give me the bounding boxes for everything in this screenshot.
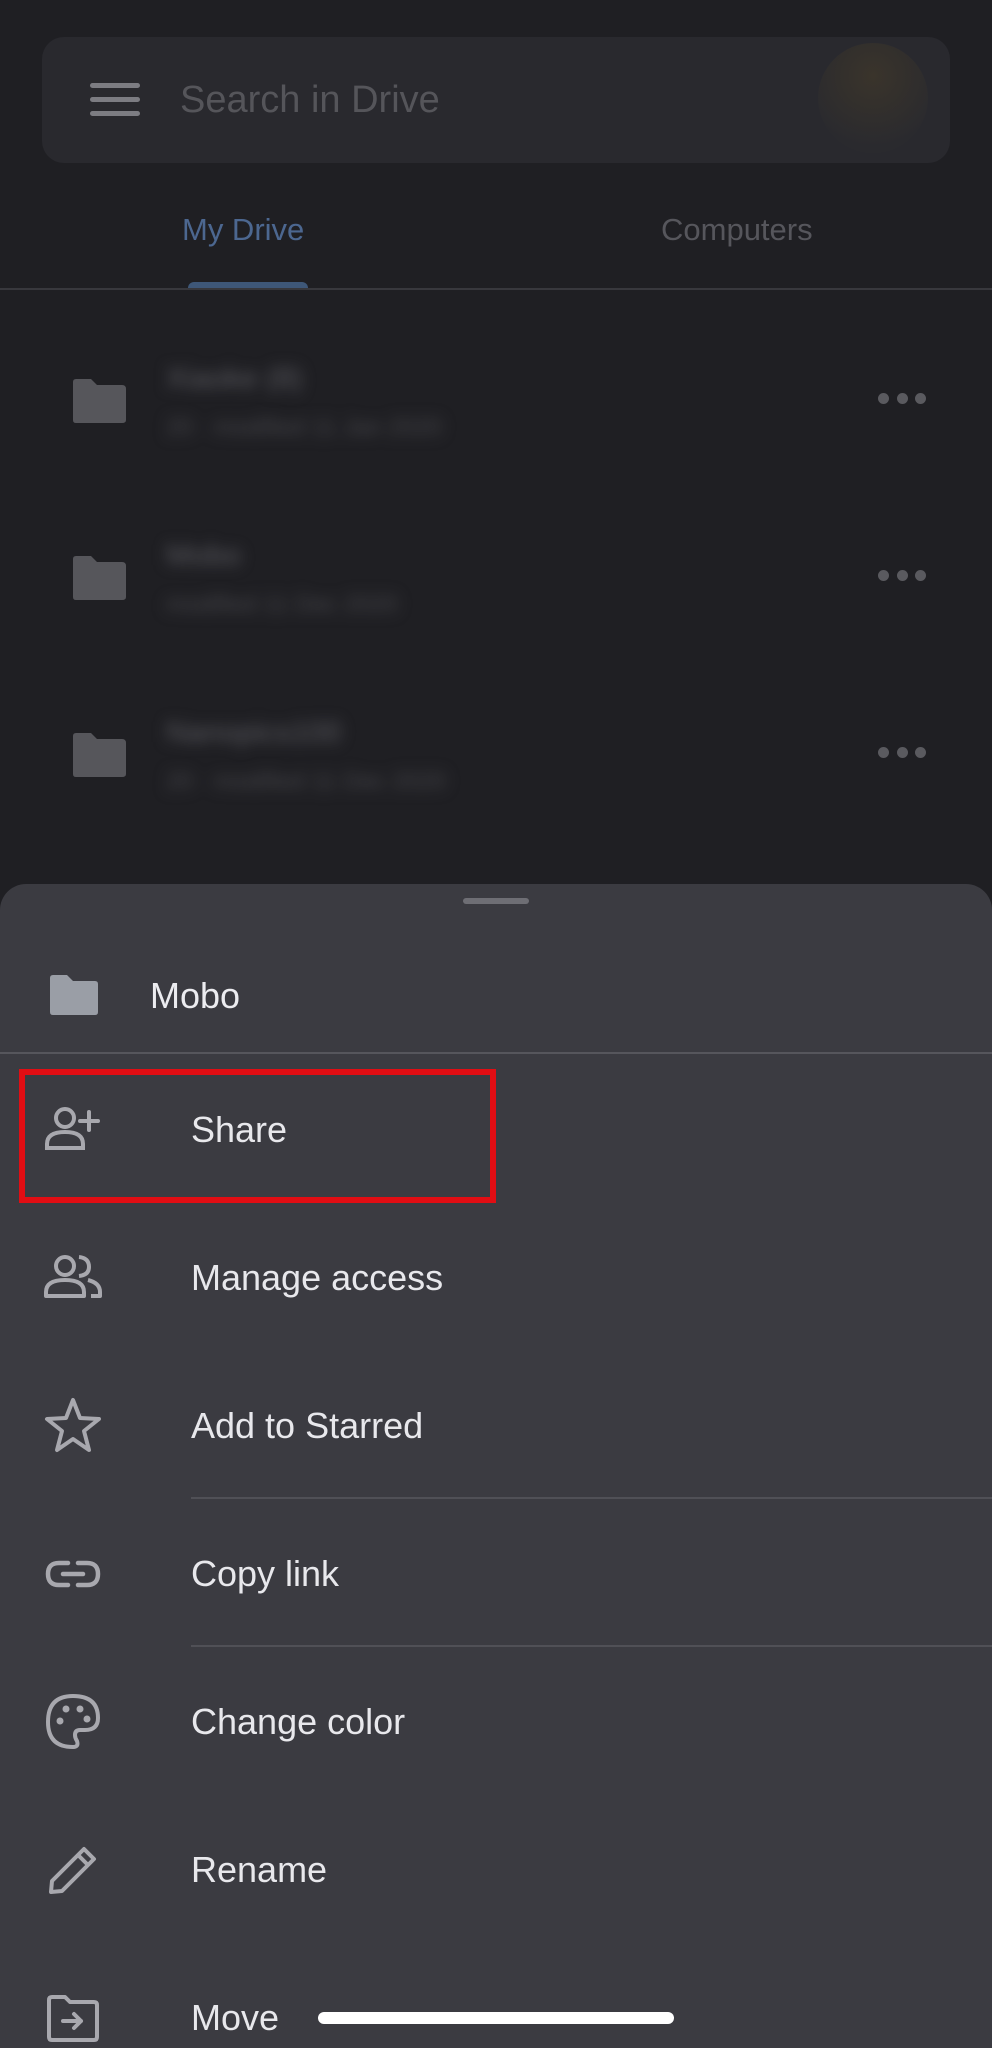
file-name: Xiaoke (8) — [166, 362, 303, 395]
more-options-icon[interactable] — [878, 745, 926, 759]
tab-my-drive[interactable]: My Drive — [182, 210, 304, 250]
folder-icon — [73, 379, 126, 423]
menu-item-rename[interactable]: Rename — [0, 1795, 992, 1943]
sheet-divider — [0, 1052, 992, 1054]
search-input[interactable]: Search in Drive — [180, 77, 440, 123]
file-row[interactable]: Mobo modified 11 Dec 2020 — [0, 513, 992, 643]
menu-item-label: Rename — [191, 1849, 328, 1890]
star-outline-icon — [38, 1391, 108, 1461]
link-icon — [38, 1539, 108, 1609]
more-options-icon[interactable] — [878, 568, 926, 582]
drive-tabs: My Drive Computers — [0, 190, 992, 290]
action-bottom-sheet: Mobo Share Manage access Add to Starred … — [0, 884, 992, 2048]
tab-computers[interactable]: Computers — [661, 210, 813, 250]
file-row[interactable]: Nanopics100 20 · modified 11 Dec 2020 — [0, 690, 992, 820]
palette-icon — [38, 1687, 108, 1757]
folder-icon — [50, 975, 98, 1015]
search-bar[interactable]: Search in Drive — [42, 37, 950, 163]
menu-item-add-to-starred[interactable]: Add to Starred — [0, 1351, 992, 1499]
file-row[interactable]: Xiaoke (8) 20 · modified 11 Jan 2020 — [0, 336, 992, 466]
file-meta: modified 11 Dec 2020 — [166, 591, 398, 618]
menu-item-label: Move — [191, 1997, 280, 2038]
home-indicator[interactable] — [318, 2012, 674, 2024]
share-highlight-box — [19, 1069, 496, 1203]
file-meta: 20 · modified 11 Dec 2020 — [166, 768, 446, 795]
folder-icon — [73, 733, 126, 777]
file-meta: 20 · modified 11 Jan 2020 — [166, 414, 442, 441]
folder-icon — [73, 556, 126, 600]
move-folder-icon — [38, 1983, 108, 2048]
menu-item-manage-access[interactable]: Manage access — [0, 1203, 992, 1351]
more-options-icon[interactable] — [878, 391, 926, 405]
drive-app: Search in Drive My Drive Computers Xiaok… — [0, 0, 992, 2048]
hamburger-menu-icon[interactable] — [90, 83, 140, 117]
sheet-drag-handle[interactable] — [463, 898, 529, 904]
menu-item-move[interactable]: Move — [0, 1943, 992, 2048]
sheet-header: Mobo — [0, 924, 992, 1056]
pencil-icon — [38, 1835, 108, 1905]
menu-item-change-color[interactable]: Change color — [0, 1647, 992, 1795]
file-name: Mobo — [166, 539, 242, 572]
menu-item-label: Change color — [191, 1701, 406, 1742]
menu-item-label: Add to Starred — [191, 1405, 424, 1446]
avatar[interactable] — [818, 43, 928, 153]
tabs-divider — [0, 288, 992, 290]
people-icon — [38, 1243, 108, 1313]
menu-item-label: Copy link — [191, 1553, 340, 1594]
menu-item-label: Manage access — [191, 1257, 444, 1298]
menu-item-copy-link[interactable]: Copy link — [0, 1499, 992, 1647]
selected-item-title: Mobo — [150, 975, 241, 1016]
file-name: Nanopics100 — [166, 716, 342, 749]
